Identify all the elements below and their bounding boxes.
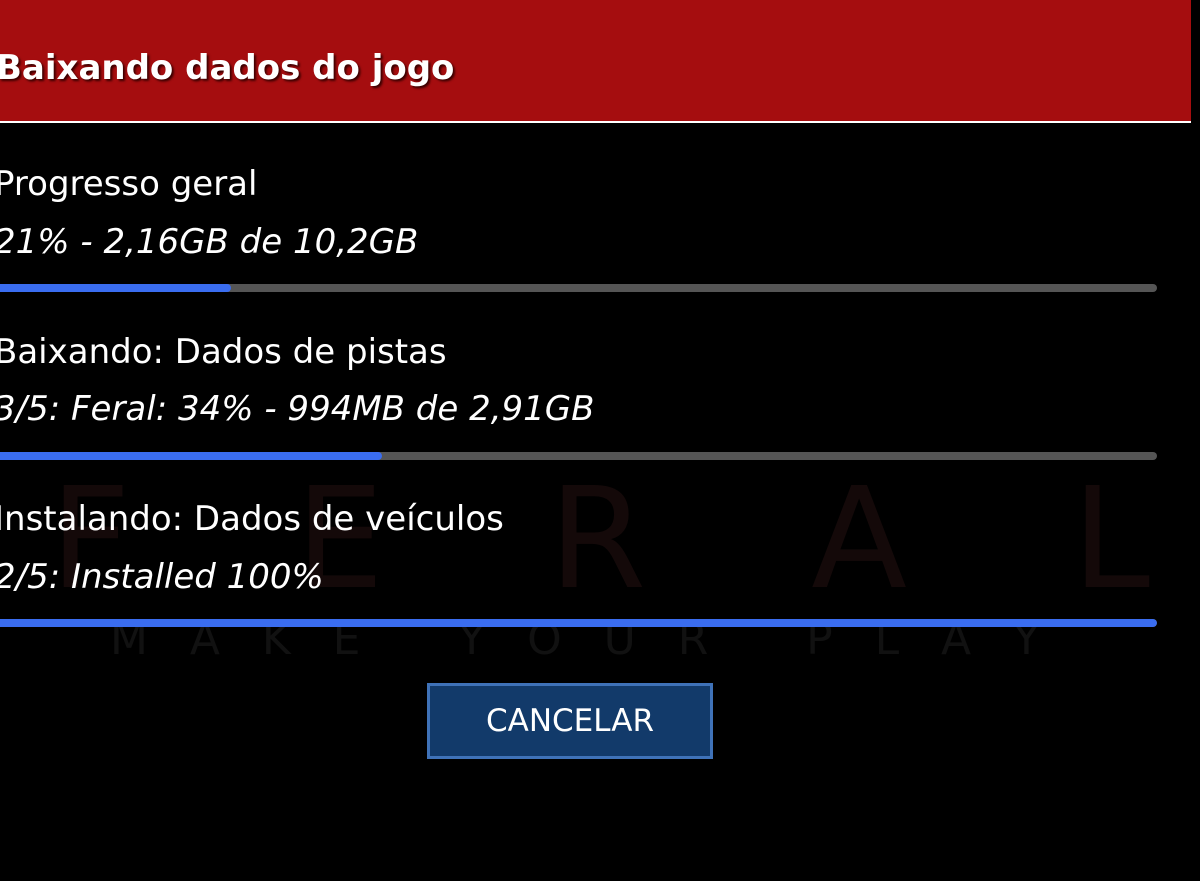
download-step-progress-bar bbox=[0, 452, 1157, 460]
install-step-progress-fill bbox=[0, 619, 1157, 627]
overall-progress-detail: 21% - 2,16GB de 10,2GB bbox=[0, 222, 419, 262]
dialog-title: Baixando dados do jogo bbox=[0, 48, 455, 88]
install-step-progress-bar bbox=[0, 619, 1157, 627]
overall-progress-bar bbox=[0, 284, 1157, 292]
cancel-button[interactable]: CANCELAR bbox=[427, 683, 713, 759]
install-step-detail: 2/5: Installed 100% bbox=[0, 557, 324, 597]
install-step-label: Instalando: Dados de veículos bbox=[0, 499, 504, 539]
dialog-header: Baixando dados do jogo bbox=[0, 0, 1191, 123]
download-step-detail: 3/5: Feral: 34% - 994MB de 2,91GB bbox=[0, 389, 595, 429]
download-step-progress-fill bbox=[0, 452, 382, 460]
overall-progress-fill bbox=[0, 284, 232, 292]
download-screen: FERAL MAKE YOUR PLAY Baixando dados do j… bbox=[0, 0, 1200, 881]
download-step-label: Baixando: Dados de pistas bbox=[0, 332, 447, 372]
overall-progress-label: Progresso geral bbox=[0, 164, 258, 204]
